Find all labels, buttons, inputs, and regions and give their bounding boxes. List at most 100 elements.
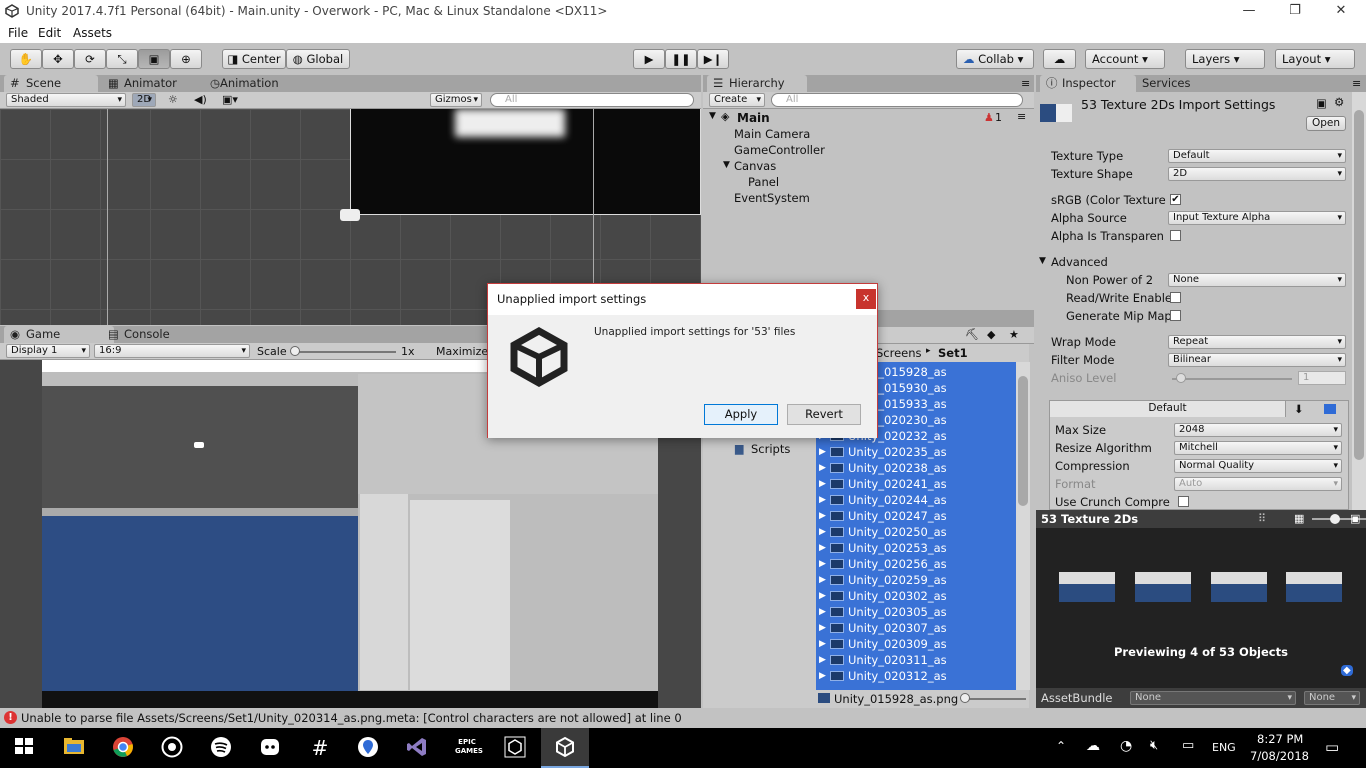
aspect-dropdown[interactable]: 16:9 xyxy=(94,344,250,358)
unity-editor-taskbar-button[interactable] xyxy=(541,728,589,768)
play-button[interactable]: ▶ xyxy=(633,49,665,69)
filter-label-icon[interactable]: ◆ xyxy=(987,328,995,341)
help-icon[interactable]: ▣ xyxy=(1316,96,1327,110)
aniso-slider[interactable] xyxy=(1172,378,1292,380)
rotate-tool-button[interactable]: ⟳ xyxy=(74,49,106,69)
unity-hub-icon[interactable] xyxy=(504,736,528,760)
canvas-expand-arrow-icon[interactable]: ▼ xyxy=(723,160,730,170)
visual-studio-icon[interactable] xyxy=(406,736,430,760)
file-expand-arrow-icon[interactable]: ▶ xyxy=(819,460,826,476)
2d-mode-toggle[interactable]: 2D xyxy=(132,93,156,107)
wifi-icon[interactable]: ◔ xyxy=(1120,738,1132,754)
step-button[interactable]: ▶❙ xyxy=(697,49,729,69)
minimize-button[interactable]: — xyxy=(1226,0,1272,23)
preview-zoom-thumb[interactable] xyxy=(1330,514,1340,524)
volume-muted-icon[interactable]: 🔇︎ xyxy=(1150,738,1158,753)
project-file-row[interactable]: ▶ Unity_020238_as xyxy=(816,460,1014,476)
project-file-row[interactable]: ▶ Unity_020244_as xyxy=(816,492,1014,508)
project-file-row[interactable]: ▶ Unity_020302_as xyxy=(816,588,1014,604)
file-expand-arrow-icon[interactable]: ▶ xyxy=(819,588,826,604)
chrome-icon[interactable] xyxy=(112,736,136,760)
display-dropdown[interactable]: Display 1 xyxy=(6,344,90,358)
scale-tool-button[interactable]: ⤡ xyxy=(106,49,138,69)
texture-shape-dropdown[interactable]: 2D xyxy=(1168,167,1346,181)
tab-console[interactable]: ▤ Console xyxy=(102,326,202,343)
preview-dots-icon[interactable]: ⠿ xyxy=(1258,512,1266,525)
file-explorer-icon[interactable] xyxy=(63,736,87,760)
epic-games-icon[interactable]: EPIC GAMES xyxy=(455,736,483,760)
file-expand-arrow-icon[interactable]: ▶ xyxy=(819,492,826,508)
gizmos-dropdown[interactable]: Gizmos xyxy=(430,93,482,107)
project-file-row[interactable]: ▶ Unity_020256_as xyxy=(816,556,1014,572)
restore-button[interactable]: ❐ xyxy=(1272,0,1318,23)
tab-services[interactable]: Services xyxy=(1120,75,1220,92)
filter-mode-dropdown[interactable]: Bilinear xyxy=(1168,353,1346,367)
tab-hierarchy[interactable]: ☰ Hierarchy xyxy=(707,75,807,92)
apply-button[interactable]: Apply xyxy=(704,404,778,425)
hierarchy-item[interactable]: Canvas xyxy=(734,159,776,173)
audio-icon[interactable]: ◀) xyxy=(194,93,207,106)
clock-time[interactable]: 8:27 PM xyxy=(1257,732,1303,746)
filter-type-icon[interactable]: ⛏ xyxy=(965,328,979,341)
download-icon[interactable]: ⬇ xyxy=(1294,402,1304,416)
menu-file[interactable]: File xyxy=(8,26,28,40)
inspector-menu-icon[interactable]: ≡ xyxy=(1352,77,1361,90)
preview-channel-icon[interactable]: ▣ xyxy=(1350,512,1360,525)
alpha-source-dropdown[interactable]: Input Texture Alpha xyxy=(1168,211,1346,225)
project-file-row[interactable]: ▶ Unity_020235_as xyxy=(816,444,1014,460)
file-expand-arrow-icon[interactable]: ▶ xyxy=(819,604,826,620)
file-expand-arrow-icon[interactable]: ▶ xyxy=(819,620,826,636)
revert-button[interactable]: Revert xyxy=(787,404,861,425)
camera-gizmo-icon[interactable] xyxy=(340,209,360,221)
favorite-icon[interactable]: ★ xyxy=(1009,328,1019,341)
file-expand-arrow-icon[interactable]: ▶ xyxy=(819,572,826,588)
file-expand-arrow-icon[interactable]: ▶ xyxy=(819,540,826,556)
project-file-row[interactable]: ▶ Unity_020309_as xyxy=(816,636,1014,652)
scene-name[interactable]: Main xyxy=(737,111,770,125)
icon-size-slider[interactable] xyxy=(966,698,1026,700)
file-expand-arrow-icon[interactable]: ▶ xyxy=(819,636,826,652)
menu-edit[interactable]: Edit xyxy=(38,26,61,40)
assetbundle-variant-dropdown[interactable]: None xyxy=(1304,691,1360,705)
npot-dropdown[interactable]: None xyxy=(1168,273,1346,287)
file-expand-arrow-icon[interactable]: ▶ xyxy=(819,444,826,460)
texture-type-dropdown[interactable]: Default xyxy=(1168,149,1346,163)
start-windows-icon[interactable] xyxy=(14,736,38,760)
tab-scene[interactable]: # Scene xyxy=(4,75,98,92)
platform-standalone-icon[interactable] xyxy=(1324,404,1336,414)
dialog-close-button[interactable]: x xyxy=(856,289,876,309)
onedrive-upload-icon[interactable]: ☁ xyxy=(1086,738,1100,754)
project-file-row[interactable]: ▶ Unity_020250_as xyxy=(816,524,1014,540)
hand-tool-button[interactable]: ✋ xyxy=(10,49,42,69)
folder-scripts[interactable]: Scripts xyxy=(751,442,790,456)
format-dropdown[interactable]: Auto xyxy=(1174,477,1342,491)
open-button[interactable]: Open xyxy=(1306,116,1346,131)
cloud-button[interactable]: ☁ xyxy=(1043,49,1076,69)
file-expand-arrow-icon[interactable]: ▶ xyxy=(819,476,826,492)
mipmap-checkbox[interactable] xyxy=(1170,310,1181,321)
maps-pin-icon[interactable] xyxy=(357,736,381,760)
hierarchy-item[interactable]: EventSystem xyxy=(734,191,810,205)
project-file-row[interactable]: ▶ Unity_020259_as xyxy=(816,572,1014,588)
shading-mode-dropdown[interactable]: Shaded xyxy=(6,93,126,107)
account-dropdown[interactable]: Account ▾ xyxy=(1085,49,1165,69)
alpha-transparency-checkbox[interactable] xyxy=(1170,230,1181,241)
file-expand-arrow-icon[interactable]: ▶ xyxy=(819,652,826,668)
aniso-value-field[interactable]: 1 xyxy=(1298,371,1346,385)
max-size-dropdown[interactable]: 2048 xyxy=(1174,423,1342,437)
tab-animation[interactable]: ◷ Animation xyxy=(208,75,308,92)
project-file-row[interactable]: ▶ Unity_020241_as xyxy=(816,476,1014,492)
collab-button[interactable]: ☁ Collab ▾ xyxy=(956,49,1034,69)
hierarchy-search-input[interactable]: All xyxy=(771,93,1023,107)
hierarchy-menu-icon[interactable]: ≡ xyxy=(1021,77,1030,90)
spotify-icon[interactable] xyxy=(210,736,234,760)
move-tool-button[interactable]: ✥ xyxy=(42,49,74,69)
breadcrumb-parent[interactable]: Screens xyxy=(876,346,922,360)
compression-dropdown[interactable]: Normal Quality xyxy=(1174,459,1342,473)
project-file-row[interactable]: ▶ Unity_020305_as xyxy=(816,604,1014,620)
file-expand-arrow-icon[interactable]: ▶ xyxy=(819,508,826,524)
scale-slider[interactable] xyxy=(292,351,396,353)
scale-slider-thumb[interactable] xyxy=(290,346,300,356)
layout-dropdown[interactable]: Layout ▾ xyxy=(1275,49,1355,69)
preview-alpha-icon[interactable]: ▦ xyxy=(1294,512,1304,525)
